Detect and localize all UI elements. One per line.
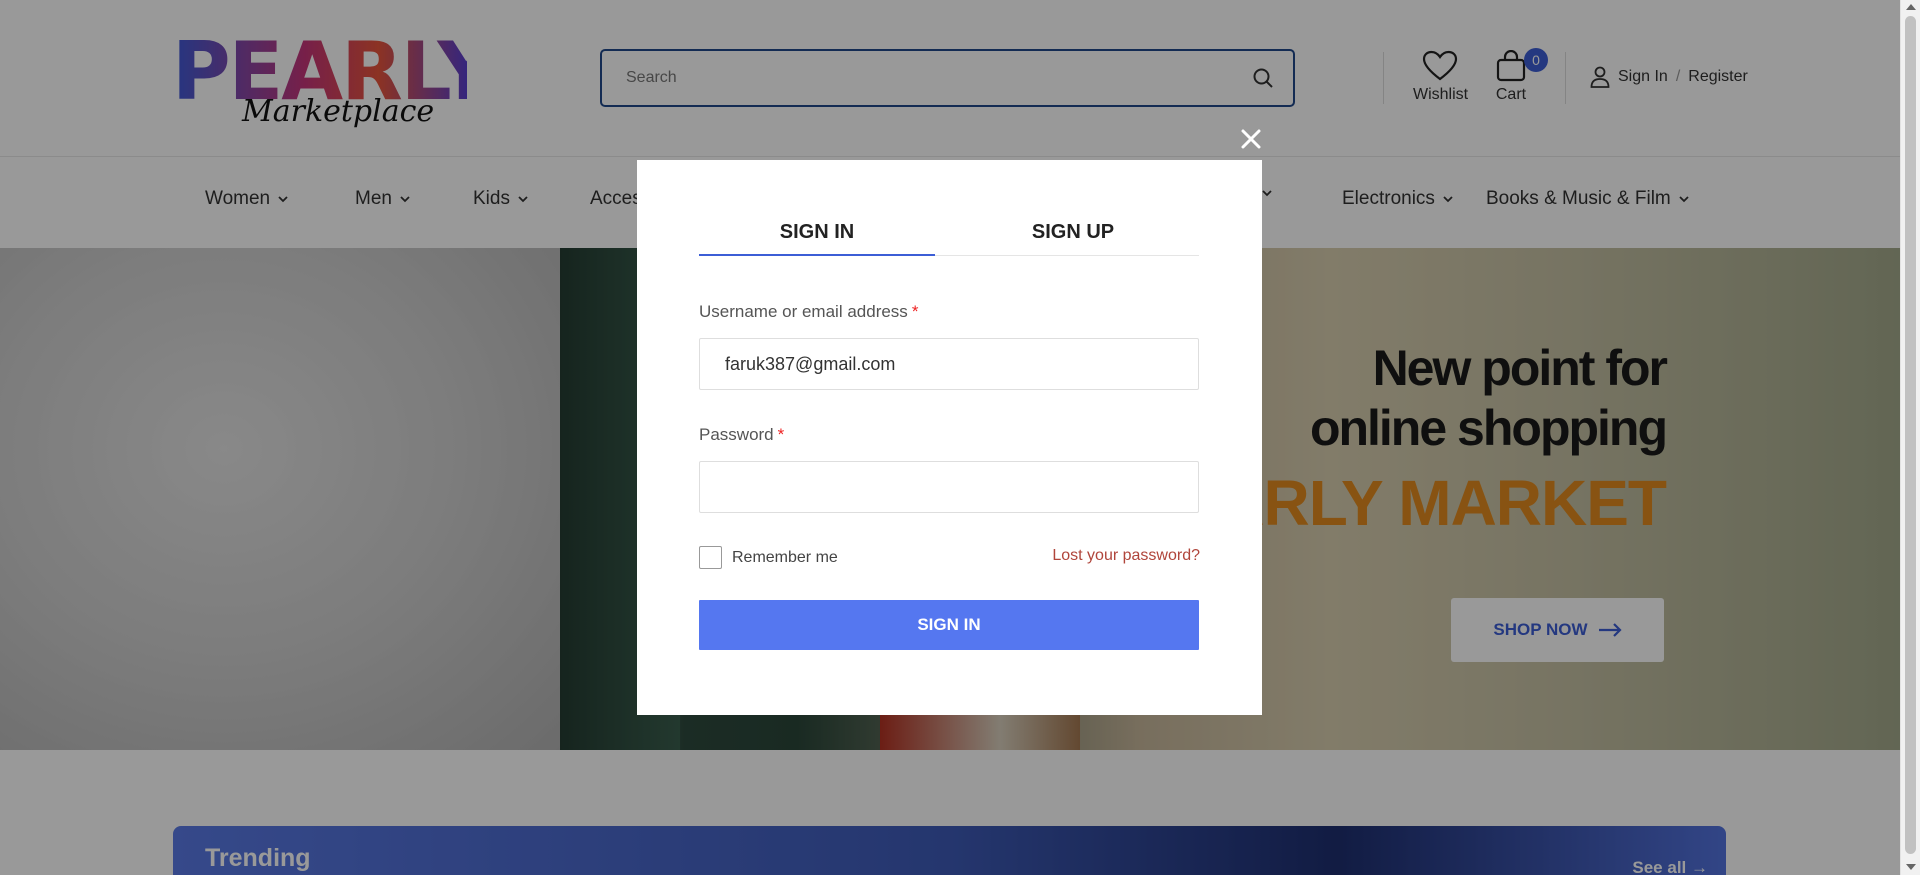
lost-password-link[interactable]: Lost your password?	[1052, 547, 1200, 565]
tab-signup[interactable]: SIGN UP	[955, 212, 1191, 256]
page-scrollbar[interactable]	[1900, 0, 1920, 875]
username-field[interactable]	[699, 338, 1199, 390]
scroll-down-arrow[interactable]	[1906, 864, 1916, 870]
scroll-up-arrow[interactable]	[1906, 4, 1916, 10]
password-label: Password *	[699, 425, 784, 445]
tab-signin[interactable]: SIGN IN	[699, 212, 935, 256]
required-mark: *	[911, 302, 919, 321]
password-field[interactable]	[699, 461, 1199, 513]
close-icon[interactable]	[1237, 125, 1265, 153]
username-label-text: Username or email address	[699, 302, 908, 321]
signin-modal: SIGN IN SIGN UP Username or email addres…	[637, 160, 1262, 715]
password-label-text: Password	[699, 425, 774, 444]
signin-submit-button[interactable]: SIGN IN	[699, 600, 1199, 650]
auth-tabs: SIGN IN SIGN UP	[699, 212, 1199, 256]
username-label: Username or email address *	[699, 302, 918, 322]
remember-me: Remember me	[699, 546, 838, 569]
scroll-thumb[interactable]	[1905, 16, 1916, 854]
required-mark: *	[777, 425, 785, 444]
remember-me-checkbox[interactable]	[699, 546, 722, 569]
remember-me-label[interactable]: Remember me	[732, 549, 838, 567]
